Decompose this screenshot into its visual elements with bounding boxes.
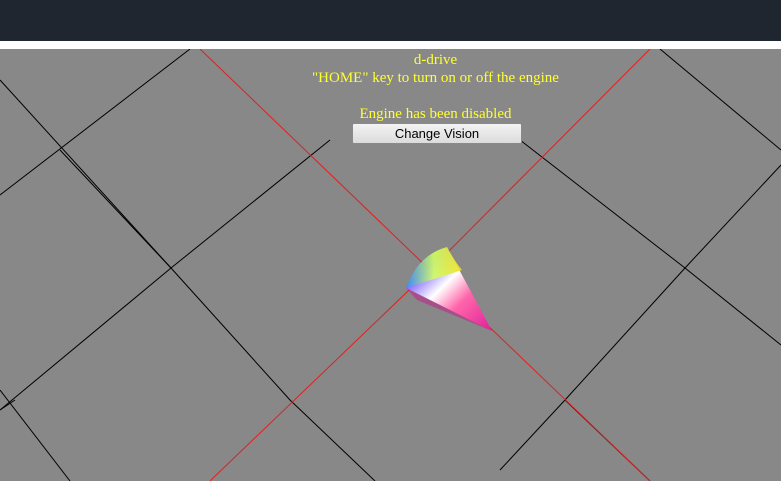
grid-line — [684, 164, 781, 269]
change-vision-button[interactable]: Change Vision — [352, 123, 522, 144]
grid-line — [170, 139, 331, 269]
hud-instruction: "HOME" key to turn on or off the engine — [312, 70, 559, 86]
top-divider — [0, 41, 781, 49]
hud-title: d-drive — [413, 52, 458, 68]
grid-line — [0, 267, 172, 411]
grid-line — [0, 399, 16, 411]
axis-line-z — [209, 269, 431, 481]
top-bar — [0, 0, 781, 41]
hud-overlay: d-drive "HOME" key to turn on or off the… — [0, 51, 781, 123]
grid-line — [519, 139, 686, 269]
grid-line — [0, 389, 71, 481]
grid-line — [684, 267, 781, 346]
grid-line — [59, 149, 172, 269]
grid-line — [564, 267, 686, 401]
game-viewport[interactable]: d-drive "HOME" key to turn on or off the… — [0, 49, 781, 481]
grid-line — [289, 399, 376, 481]
grid-line — [499, 399, 566, 471]
engine-status: Engine has been disabled — [359, 106, 512, 122]
grid-line — [170, 267, 291, 401]
